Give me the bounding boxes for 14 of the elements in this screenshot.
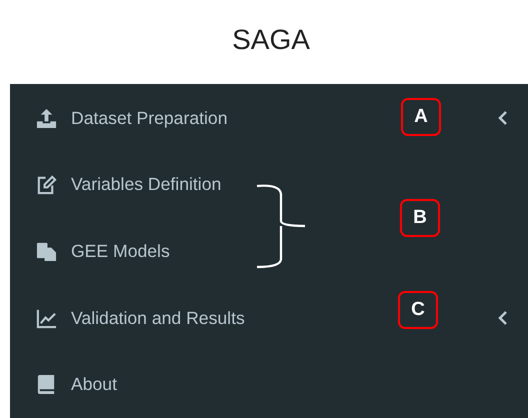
menu-item[interactable]: Validation and Results bbox=[36, 308, 245, 329]
callout-label: C bbox=[398, 291, 438, 330]
edit-icon bbox=[36, 174, 57, 196]
menu-item[interactable]: Variables Definition bbox=[36, 174, 222, 196]
menu-item[interactable]: GEE Models bbox=[36, 241, 170, 262]
callout-label: A bbox=[401, 98, 441, 136]
callout-label: B bbox=[400, 199, 440, 238]
app-title: SAGA bbox=[231, 23, 311, 58]
book-icon bbox=[36, 374, 57, 396]
menu-item[interactable]: About bbox=[36, 374, 117, 396]
upload-icon bbox=[36, 108, 57, 129]
menu-item[interactable]: Dataset Preparation bbox=[36, 108, 228, 129]
clipboard-icon bbox=[36, 241, 57, 262]
line-chart-icon bbox=[36, 308, 57, 329]
